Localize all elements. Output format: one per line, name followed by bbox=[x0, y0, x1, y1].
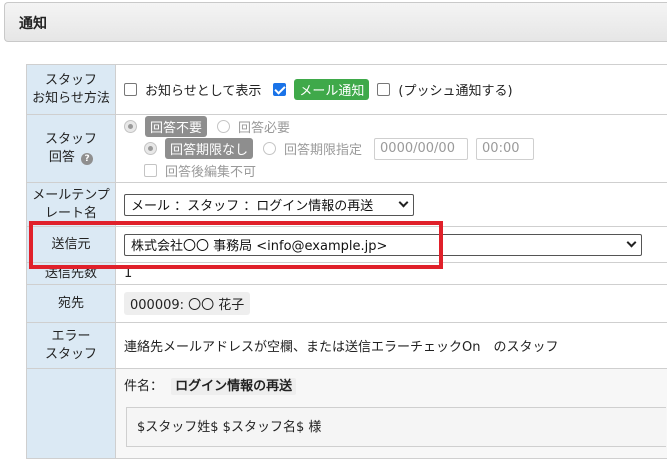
chevron-down-icon bbox=[399, 198, 409, 208]
value-staff-notice-method: お知らせとして表示 メール通知 (プッシュ通知する) bbox=[116, 65, 667, 115]
deadline-radio[interactable] bbox=[263, 142, 276, 155]
row-staff-notice-method: スタッフ お知らせ方法 お知らせとして表示 メール通知 (プッシュ通知する) bbox=[27, 65, 667, 115]
subject-value: ログイン情報の再送 bbox=[171, 378, 296, 395]
deadline-date-input[interactable]: 0000/00/00 bbox=[374, 138, 468, 160]
label-line: メールテンプ bbox=[27, 187, 115, 205]
no-deadline-label: 回答期限なし bbox=[165, 138, 253, 159]
label-error-staff: エラー スタッフ bbox=[27, 323, 116, 369]
row-mail-body: 件名： ログイン情報の再送 $スタッフ姓$ $スタッフ名$ 様 bbox=[27, 369, 667, 459]
value-mail-body: 件名： ログイン情報の再送 $スタッフ姓$ $スタッフ名$ 様 bbox=[116, 369, 667, 459]
panel-title: 通知 bbox=[19, 16, 47, 32]
subject-label: 件名： bbox=[124, 379, 163, 394]
label-staff-answer: スタッフ 回答 ? bbox=[27, 115, 116, 183]
label-recipient: 宛先 bbox=[27, 285, 116, 323]
no-edit-after-label: 回答後編集不可 bbox=[165, 161, 256, 180]
mail-notice-label: メール通知 bbox=[294, 79, 369, 100]
deadline-label: 回答期限指定 bbox=[284, 139, 362, 158]
label-line: スタッフ bbox=[27, 346, 115, 364]
label-staff-notice-method: スタッフ お知らせ方法 bbox=[27, 65, 116, 115]
label-line: レート名 bbox=[27, 205, 115, 223]
row-error-staff: エラー スタッフ 連絡先メールアドレスが空欄、または送信エラーチェックOn のス… bbox=[27, 323, 667, 369]
push-notice-label: (プッシュ通知する) bbox=[398, 80, 512, 99]
row-recipient: 宛先 000009: 〇〇 花子 bbox=[27, 285, 667, 323]
mail-template-selected: メール ：スタッフ ：ログイン情報の再送 bbox=[131, 195, 373, 214]
highlight-annotation-box bbox=[29, 221, 443, 269]
value-staff-answer: 回答不要 回答必要 回答期限なし 回答期限指定 0000/00/00 00:00… bbox=[116, 115, 667, 183]
label-mail-body bbox=[27, 369, 116, 459]
show-as-notice-label: お知らせとして表示 bbox=[145, 80, 261, 99]
no-deadline-radio[interactable] bbox=[144, 142, 157, 155]
label-line: 宛先 bbox=[58, 296, 84, 311]
no-edit-after-checkbox[interactable] bbox=[144, 164, 157, 177]
no-answer-radio[interactable] bbox=[124, 120, 137, 133]
label-mail-template: メールテンプ レート名 bbox=[27, 183, 116, 227]
label-line: スタッフ bbox=[27, 72, 115, 90]
push-notice-checkbox[interactable] bbox=[377, 83, 390, 96]
chevron-down-icon bbox=[627, 238, 637, 248]
mail-notice-checkbox[interactable] bbox=[273, 83, 286, 96]
value-mail-template: メール ：スタッフ ：ログイン情報の再送 bbox=[116, 183, 667, 227]
answer-required-label: 回答必要 bbox=[238, 117, 290, 136]
panel-header: 通知 bbox=[4, 2, 667, 42]
label-line: 回答 bbox=[49, 150, 75, 165]
value-recipient: 000009: 〇〇 花子 bbox=[116, 285, 667, 323]
mail-template-select[interactable]: メール ：スタッフ ：ログイン情報の再送 bbox=[124, 194, 414, 216]
row-staff-answer: スタッフ 回答 ? 回答不要 回答必要 回答期限なし 回答期限指定 0000/0… bbox=[27, 115, 667, 183]
answer-required-radio[interactable] bbox=[217, 120, 230, 133]
value-error-staff: 連絡先メールアドレスが空欄、または送信エラーチェックOn のスタッフ bbox=[116, 323, 667, 369]
show-as-notice-checkbox[interactable] bbox=[124, 83, 137, 96]
recipient-chip[interactable]: 000009: 〇〇 花子 bbox=[124, 292, 250, 315]
label-line: お知らせ方法 bbox=[27, 90, 115, 108]
help-icon[interactable]: ? bbox=[81, 153, 93, 165]
mail-body-text: $スタッフ姓$ $スタッフ名$ 様 bbox=[137, 420, 321, 435]
deadline-time-input[interactable]: 00:00 bbox=[476, 138, 534, 160]
label-line: エラー bbox=[27, 328, 115, 346]
error-staff-text: 連絡先メールアドレスが空欄、または送信エラーチェックOn のスタッフ bbox=[124, 340, 558, 355]
label-line: スタッフ bbox=[27, 131, 115, 149]
no-answer-label: 回答不要 bbox=[145, 116, 207, 137]
mail-body-textarea[interactable]: $スタッフ姓$ $スタッフ名$ 様 bbox=[126, 407, 666, 447]
row-mail-template: メールテンプ レート名 メール ：スタッフ ：ログイン情報の再送 bbox=[27, 183, 667, 227]
